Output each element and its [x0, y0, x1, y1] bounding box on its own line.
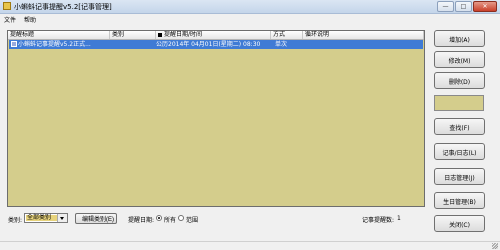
category-label: 类别: — [8, 217, 23, 224]
reminder-count-value: 1 — [397, 215, 401, 222]
column-category[interactable]: 类别 — [110, 31, 156, 39]
app-icon — [3, 2, 11, 10]
column-datetime-label: 提醒日期/时间 — [164, 31, 203, 38]
list-header: 提醒标题 类别 提醒日期/时间 方式 循环说明 — [8, 31, 424, 40]
edit-category-button[interactable]: 编辑类别(E) — [75, 213, 117, 224]
window-title: 小蝌蚪记事提醒v5.2[记事管理] — [14, 3, 112, 11]
menu-help[interactable]: 帮助 — [24, 15, 36, 24]
radio-all[interactable] — [156, 215, 162, 221]
sort-indicator-icon — [158, 32, 162, 37]
filter-bar: 类别: 全部类别 编辑类别(E) 提醒日期: 所有 范围 记事提醒数: 1 — [0, 210, 500, 226]
category-select[interactable]: 全部类别 — [24, 213, 68, 223]
edit-button[interactable]: 修改(M) — [434, 51, 485, 68]
radio-range[interactable] — [178, 215, 184, 221]
chevron-down-icon[interactable] — [57, 214, 67, 222]
row-datetime: 公历2014年 04月01日(星期二) 08:30 — [156, 41, 261, 48]
delete-button[interactable]: 删除(D) — [434, 72, 485, 89]
reminder-icon — [11, 41, 17, 47]
row-method: 单次 — [275, 41, 288, 48]
reminder-list[interactable]: 提醒标题 类别 提醒日期/时间 方式 循环说明 小蝌蚪记事提醒v5.2正式...… — [7, 30, 425, 207]
maximize-button[interactable]: □ — [455, 1, 472, 12]
column-title[interactable]: 提醒标题 — [8, 31, 110, 39]
add-button[interactable]: 增加(A) — [434, 30, 485, 47]
list-row[interactable]: 小蝌蚪记事提醒v5.2正式... 公历2014年 04月01日(星期二) 08:… — [9, 40, 423, 49]
menu-file[interactable]: 文件 — [4, 15, 16, 24]
radio-all-label: 所有 — [164, 217, 177, 224]
log-manage-button[interactable]: 日志管理(J) — [434, 168, 485, 185]
column-cycle[interactable]: 循环说明 — [303, 31, 424, 39]
resize-grip-icon[interactable] — [492, 243, 498, 249]
action-panel: 增加(A) 修改(M) 删除(D) 查找(F) 记事/日志(L) 日志管理(J)… — [429, 30, 495, 232]
find-button[interactable]: 查找(F) — [434, 118, 485, 135]
category-select-value: 全部类别 — [26, 215, 58, 221]
minimize-button[interactable]: — — [437, 1, 454, 12]
close-window-button[interactable]: ✕ — [473, 1, 497, 12]
title-bar: 小蝌蚪记事提醒v5.2[记事管理] — □ ✕ — [0, 0, 500, 14]
notes-log-button[interactable]: 记事/日志(L) — [434, 143, 485, 160]
reminder-count-label: 记事提醒数: — [362, 217, 395, 224]
color-swatch[interactable] — [434, 95, 484, 111]
column-datetime[interactable]: 提醒日期/时间 — [156, 31, 271, 39]
row-title: 小蝌蚪记事提醒v5.2正式... — [18, 41, 91, 48]
birthday-manage-button[interactable]: 生日管理(B) — [434, 192, 485, 209]
radio-range-label: 范围 — [186, 217, 199, 224]
column-method[interactable]: 方式 — [271, 31, 303, 39]
menu-bar: 文件 帮助 — [0, 14, 500, 24]
window-controls: — □ ✕ — [437, 1, 497, 12]
date-filter-label: 提醒日期: — [128, 217, 155, 224]
